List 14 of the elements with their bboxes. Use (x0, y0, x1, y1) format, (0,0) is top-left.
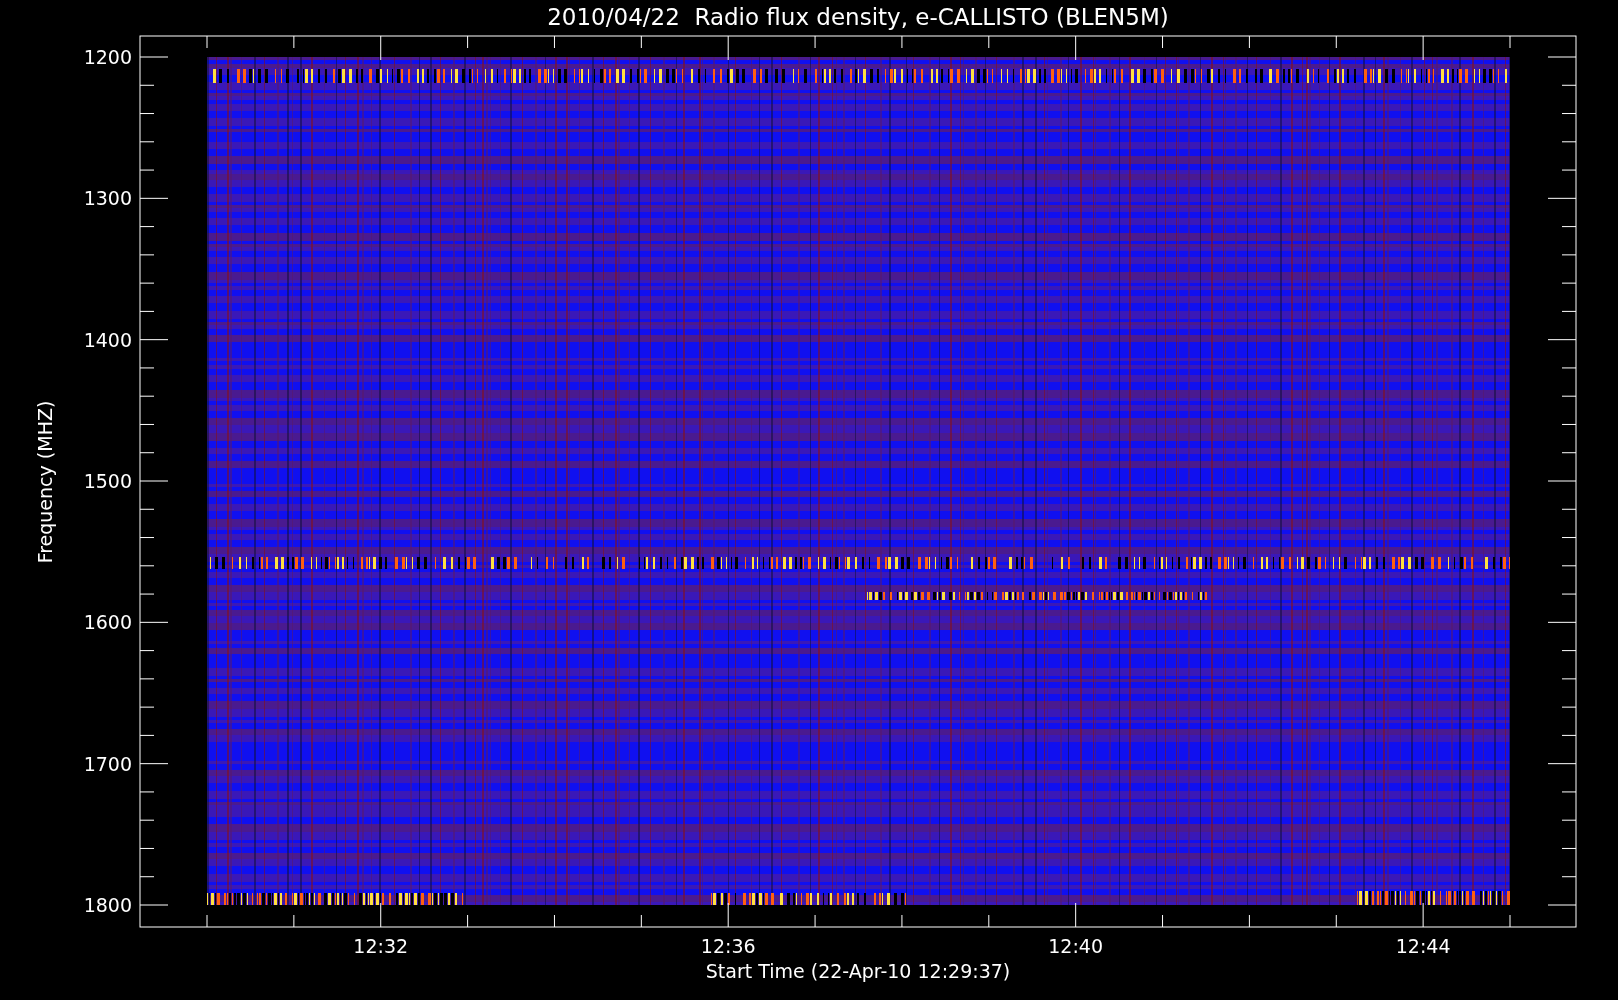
x-axis-label: Start Time (22-Apr-10 12:29:37) (705, 960, 1011, 982)
y-axis-label: Frequency (MHZ) (34, 400, 56, 564)
y-tick-label: 1200 (83, 46, 132, 68)
x-tick-label: 12:44 (1395, 935, 1451, 957)
plot-title: 2010/04/22 Radio flux density, e-CALLISTO (BLEN5M) (547, 4, 1169, 30)
y-tick-label: 1400 (83, 328, 132, 351)
x-tick-label: 12:36 (700, 935, 756, 957)
y-tick-label: 1300 (83, 187, 132, 210)
y-tick-label: 1700 (83, 752, 132, 775)
y-tick-label: 1500 (83, 470, 132, 492)
y-tick-label: 1600 (83, 611, 132, 634)
x-tick-label: 12:40 (1048, 935, 1104, 957)
y-tick-label: 1800 (83, 894, 132, 916)
x-tick-label: 12:32 (353, 935, 409, 957)
